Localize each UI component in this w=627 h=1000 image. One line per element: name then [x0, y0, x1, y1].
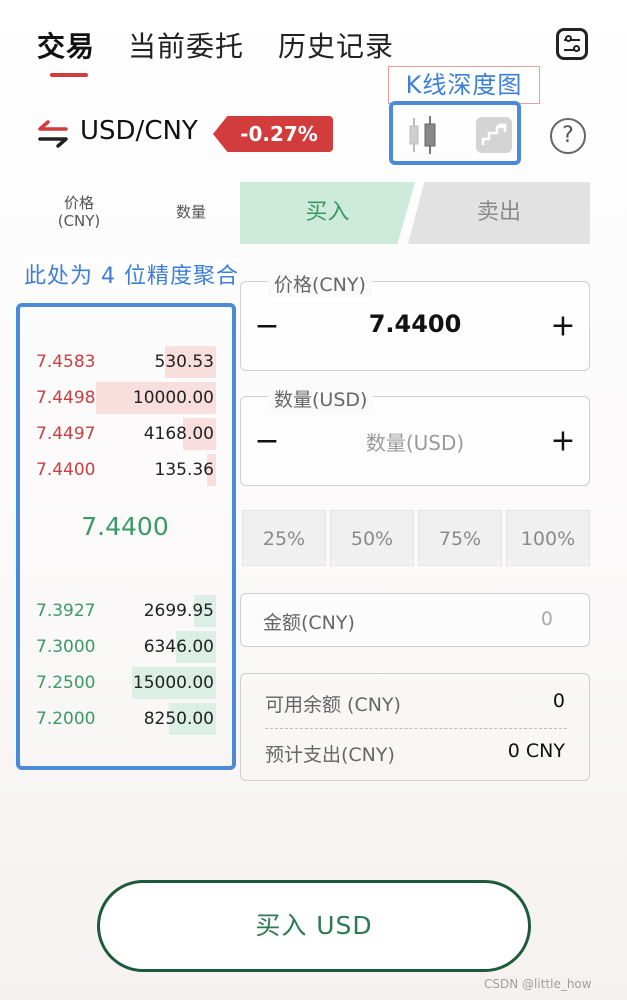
- bid-row[interactable]: 7.3927 2699.95: [34, 595, 216, 627]
- orderbook-qty-header: 数量: [175, 203, 206, 221]
- bid-price: 7.3927: [36, 601, 96, 621]
- buy-side-tab[interactable]: 买入: [240, 182, 415, 244]
- ask-qty: 4168.00: [143, 424, 214, 444]
- amount-value[interactable]: 0: [541, 608, 553, 630]
- buy-submit-button[interactable]: 买入 USD: [97, 880, 531, 972]
- percent-25-button[interactable]: 25%: [242, 510, 326, 566]
- price-field-label: 价格(CNY): [268, 270, 372, 297]
- amount-label: 金额(CNY): [263, 612, 355, 634]
- estimated-cost-value: 0 CNY: [507, 740, 565, 762]
- pair-symbol[interactable]: USD/CNY: [80, 116, 198, 146]
- bid-qty: 8250.00: [143, 709, 214, 729]
- ask-row[interactable]: 7.4497 4168.00: [34, 418, 216, 450]
- bid-price: 7.2500: [36, 673, 96, 693]
- ask-price: 7.4400: [36, 460, 96, 480]
- bid-qty: 2699.95: [143, 601, 214, 621]
- ask-row[interactable]: 7.4583 530.53: [34, 346, 216, 378]
- aggregation-annotation-label: 此处为 4 位精度聚合: [24, 258, 239, 290]
- quantity-input[interactable]: 数量(USD): [241, 427, 589, 456]
- ask-price: 7.4498: [36, 388, 96, 408]
- quantity-field-label: 数量(USD): [268, 385, 374, 412]
- ask-row[interactable]: 7.4400 135.36: [34, 454, 216, 486]
- ask-qty: 135.36: [154, 460, 214, 480]
- sell-side-tab[interactable]: 卖出: [408, 182, 590, 244]
- help-icon[interactable]: ?: [550, 118, 586, 154]
- bid-qty: 6346.00: [143, 637, 214, 657]
- bid-price: 7.3000: [36, 637, 96, 657]
- amount-field[interactable]: 金额(CNY) 0: [240, 593, 590, 647]
- quantity-increase-button[interactable]: +: [547, 424, 579, 459]
- estimated-cost-label: 预计支出(CNY): [265, 744, 395, 766]
- bid-row[interactable]: 7.2000 8250.00: [34, 703, 216, 735]
- bid-row[interactable]: 7.3000 6346.00: [34, 631, 216, 663]
- ask-price: 7.4497: [36, 424, 96, 444]
- available-balance-label: 可用余额 (CNY): [265, 694, 401, 716]
- ask-qty: 530.53: [154, 352, 214, 372]
- tab-trade[interactable]: 交易: [37, 25, 95, 65]
- swap-arrows-icon[interactable]: [36, 118, 70, 150]
- bid-row[interactable]: 7.2500 15000.00: [34, 667, 216, 699]
- kline-annotation-label: K线深度图: [388, 66, 540, 104]
- tab-history[interactable]: 历史记录: [278, 25, 394, 65]
- orderbook-price-header: 价格 (CNY): [57, 194, 101, 230]
- watermark: CSDN @little_how: [484, 977, 592, 991]
- price-increase-button[interactable]: +: [547, 309, 579, 344]
- ask-price: 7.4583: [36, 352, 96, 372]
- bid-qty: 15000.00: [132, 673, 214, 693]
- tab-open-orders[interactable]: 当前委托: [128, 25, 244, 65]
- settings-sliders-icon[interactable]: [556, 28, 588, 60]
- summary-divider: [265, 728, 567, 729]
- mid-price: 7.4400: [81, 512, 169, 541]
- available-balance-value: 0: [552, 690, 565, 712]
- ask-qty: 10000.00: [132, 388, 214, 408]
- order-summary: 可用余额 (CNY) 0 预计支出(CNY) 0 CNY: [240, 673, 590, 781]
- price-value[interactable]: 7.4400: [241, 310, 589, 338]
- percent-50-button[interactable]: 50%: [330, 510, 414, 566]
- bid-price: 7.2000: [36, 709, 96, 729]
- active-tab-indicator: [50, 73, 88, 77]
- percent-75-button[interactable]: 75%: [418, 510, 502, 566]
- percent-100-button[interactable]: 100%: [506, 510, 590, 566]
- price-change-badge: -0.27%: [213, 116, 333, 152]
- ask-row[interactable]: 7.4498 10000.00: [34, 382, 216, 414]
- candlestick-icon[interactable]: [406, 114, 440, 156]
- depth-chart-icon[interactable]: [476, 117, 512, 153]
